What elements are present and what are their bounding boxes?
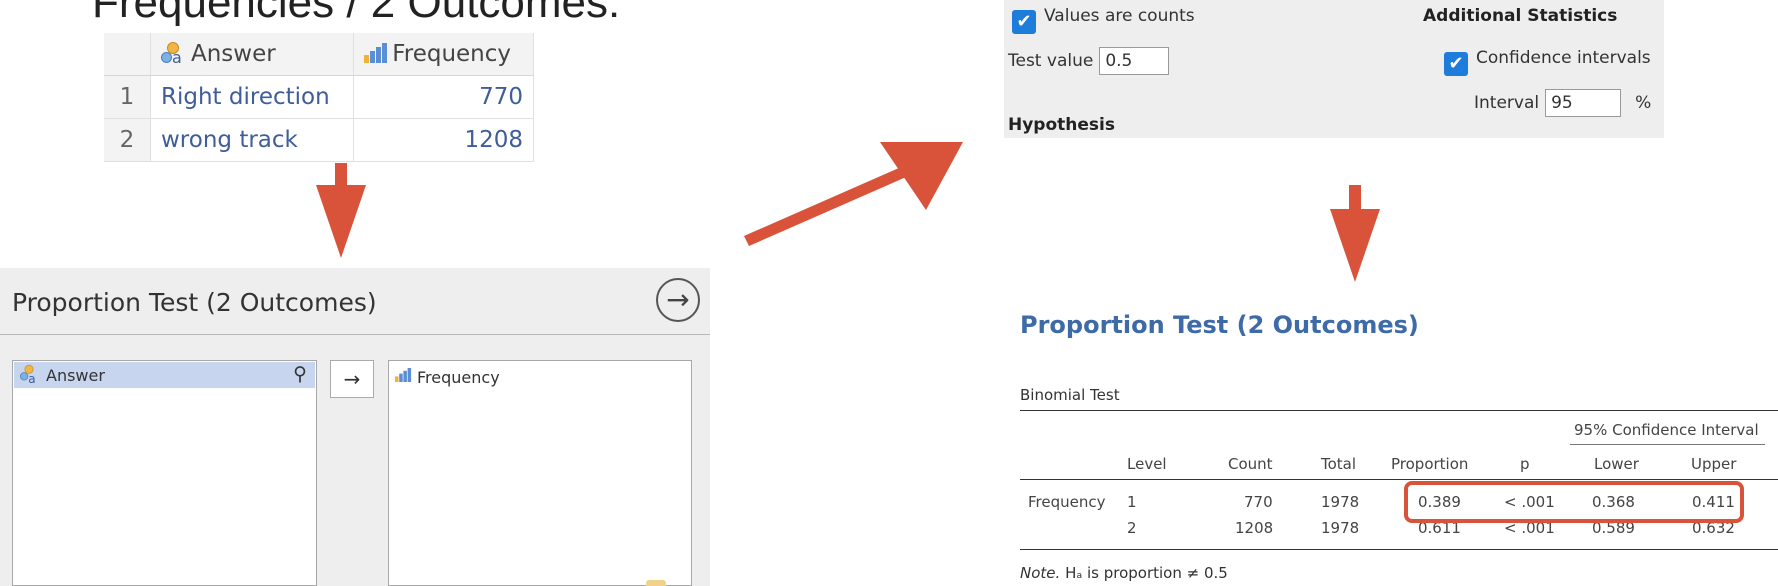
row-number: 1 xyxy=(104,75,151,119)
col-header-total: Total xyxy=(1321,455,1357,473)
column-header-frequency[interactable]: Frequency xyxy=(353,33,534,76)
col-header-proportion: Proportion xyxy=(1391,455,1469,473)
arrow-down-icon xyxy=(316,163,366,258)
cell-count: 770 xyxy=(1244,493,1273,511)
cell-total: 1978 xyxy=(1321,519,1360,537)
search-icon[interactable]: ⚲ xyxy=(293,361,307,387)
interval-label: Interval xyxy=(1474,93,1540,113)
data-spreadsheet: a Answer Frequency 1 Right direction 770 … xyxy=(104,33,534,162)
table-row: 2 wrong track 1208 xyxy=(104,118,534,162)
table-note: Note. Hₐ is proportion ≠ 0.5 xyxy=(1020,564,1228,582)
cell-answer[interactable]: wrong track xyxy=(150,118,355,162)
move-variable-button[interactable]: → xyxy=(330,360,374,398)
cell-level: 1 xyxy=(1127,493,1137,511)
variable-list[interactable]: a Answer ⚲ xyxy=(12,360,317,586)
cell-answer[interactable]: Right direction xyxy=(150,75,355,119)
column-header-label: Answer xyxy=(191,41,276,67)
arrow-up-right-icon xyxy=(744,142,963,246)
table-bottom-rule xyxy=(1020,549,1778,550)
test-value-input[interactable]: 0.5 xyxy=(1099,47,1170,75)
confidence-intervals-checkbox[interactable]: ✔ Confidence intervals xyxy=(1444,48,1651,76)
col-header-count: Count xyxy=(1228,455,1273,473)
cell-frequency[interactable]: 770 xyxy=(353,75,534,119)
highlight-box xyxy=(1404,481,1744,523)
checkmark-icon: ✔ xyxy=(1444,52,1468,76)
column-header-label: Frequency xyxy=(392,41,512,67)
arrow-circle-right-icon[interactable]: → xyxy=(656,278,700,322)
continuous-variable-icon xyxy=(364,43,388,63)
table-header-rule xyxy=(1020,479,1778,480)
interval-unit: % xyxy=(1635,93,1652,113)
row-number-header xyxy=(104,33,151,76)
confidence-intervals-label: Confidence intervals xyxy=(1476,48,1651,68)
cell-level: 2 xyxy=(1127,519,1137,537)
sheet-header-row: a Answer Frequency xyxy=(104,33,534,76)
note-text: Hₐ is proportion ≠ 0.5 xyxy=(1065,564,1228,582)
dialog-title: Proportion Test (2 Outcomes) xyxy=(12,288,377,317)
col-header-lower: Lower xyxy=(1594,455,1639,473)
hypothesis-heading: Hypothesis xyxy=(1008,115,1115,135)
arrow-right-icon: → xyxy=(343,367,361,391)
cell-frequency[interactable]: 1208 xyxy=(353,118,534,162)
column-header-answer[interactable]: a Answer xyxy=(150,33,355,76)
nominal-variable-icon: a xyxy=(161,42,185,67)
nominal-variable-icon: a xyxy=(20,364,38,386)
interval-row: Interval 95% xyxy=(1474,89,1651,117)
assigned-variable-frequency[interactable]: Frequency xyxy=(395,365,500,387)
arrow-down-icon xyxy=(1330,185,1380,282)
row-variable: Frequency xyxy=(1028,493,1106,511)
cell-total: 1978 xyxy=(1321,493,1360,511)
checkmark-icon: ✔ xyxy=(1012,10,1036,34)
assigned-variable-label: Frequency xyxy=(417,368,500,387)
additional-statistics-heading: Additional Statistics xyxy=(1423,6,1618,26)
cell-count: 1208 xyxy=(1235,519,1274,537)
results-table-title: Binomial Test xyxy=(1020,386,1120,404)
test-value-row: Test value 0.5 xyxy=(1008,47,1170,75)
row-number: 2 xyxy=(104,118,151,162)
continuous-variable-icon xyxy=(395,368,412,382)
slide-title: Frequencies / 2 Outcomes: xyxy=(92,0,621,27)
ci-header: 95% Confidence Interval xyxy=(1574,421,1759,439)
note-prefix: Note. xyxy=(1020,564,1061,582)
variable-label: Answer xyxy=(46,366,105,385)
col-header-level: Level xyxy=(1127,455,1167,473)
resize-handle-icon xyxy=(646,580,666,586)
ci-header-rule xyxy=(1570,444,1765,445)
dialog-divider xyxy=(0,334,710,335)
counts-target-box[interactable]: Frequency xyxy=(388,360,692,586)
test-value-label: Test value xyxy=(1008,51,1094,71)
interval-input[interactable]: 95 xyxy=(1545,89,1622,117)
variable-item-answer[interactable]: a Answer ⚲ xyxy=(14,362,315,388)
col-header-upper: Upper xyxy=(1691,455,1737,473)
values-are-counts-label: Values are counts xyxy=(1044,6,1195,26)
results-title: Proportion Test (2 Outcomes) xyxy=(1020,311,1419,339)
table-row: 1 Right direction 770 xyxy=(104,75,534,119)
col-header-p: p xyxy=(1520,455,1530,473)
table-top-rule xyxy=(1020,410,1778,411)
values-are-counts-checkbox[interactable]: ✔ Values are counts xyxy=(1012,6,1195,34)
